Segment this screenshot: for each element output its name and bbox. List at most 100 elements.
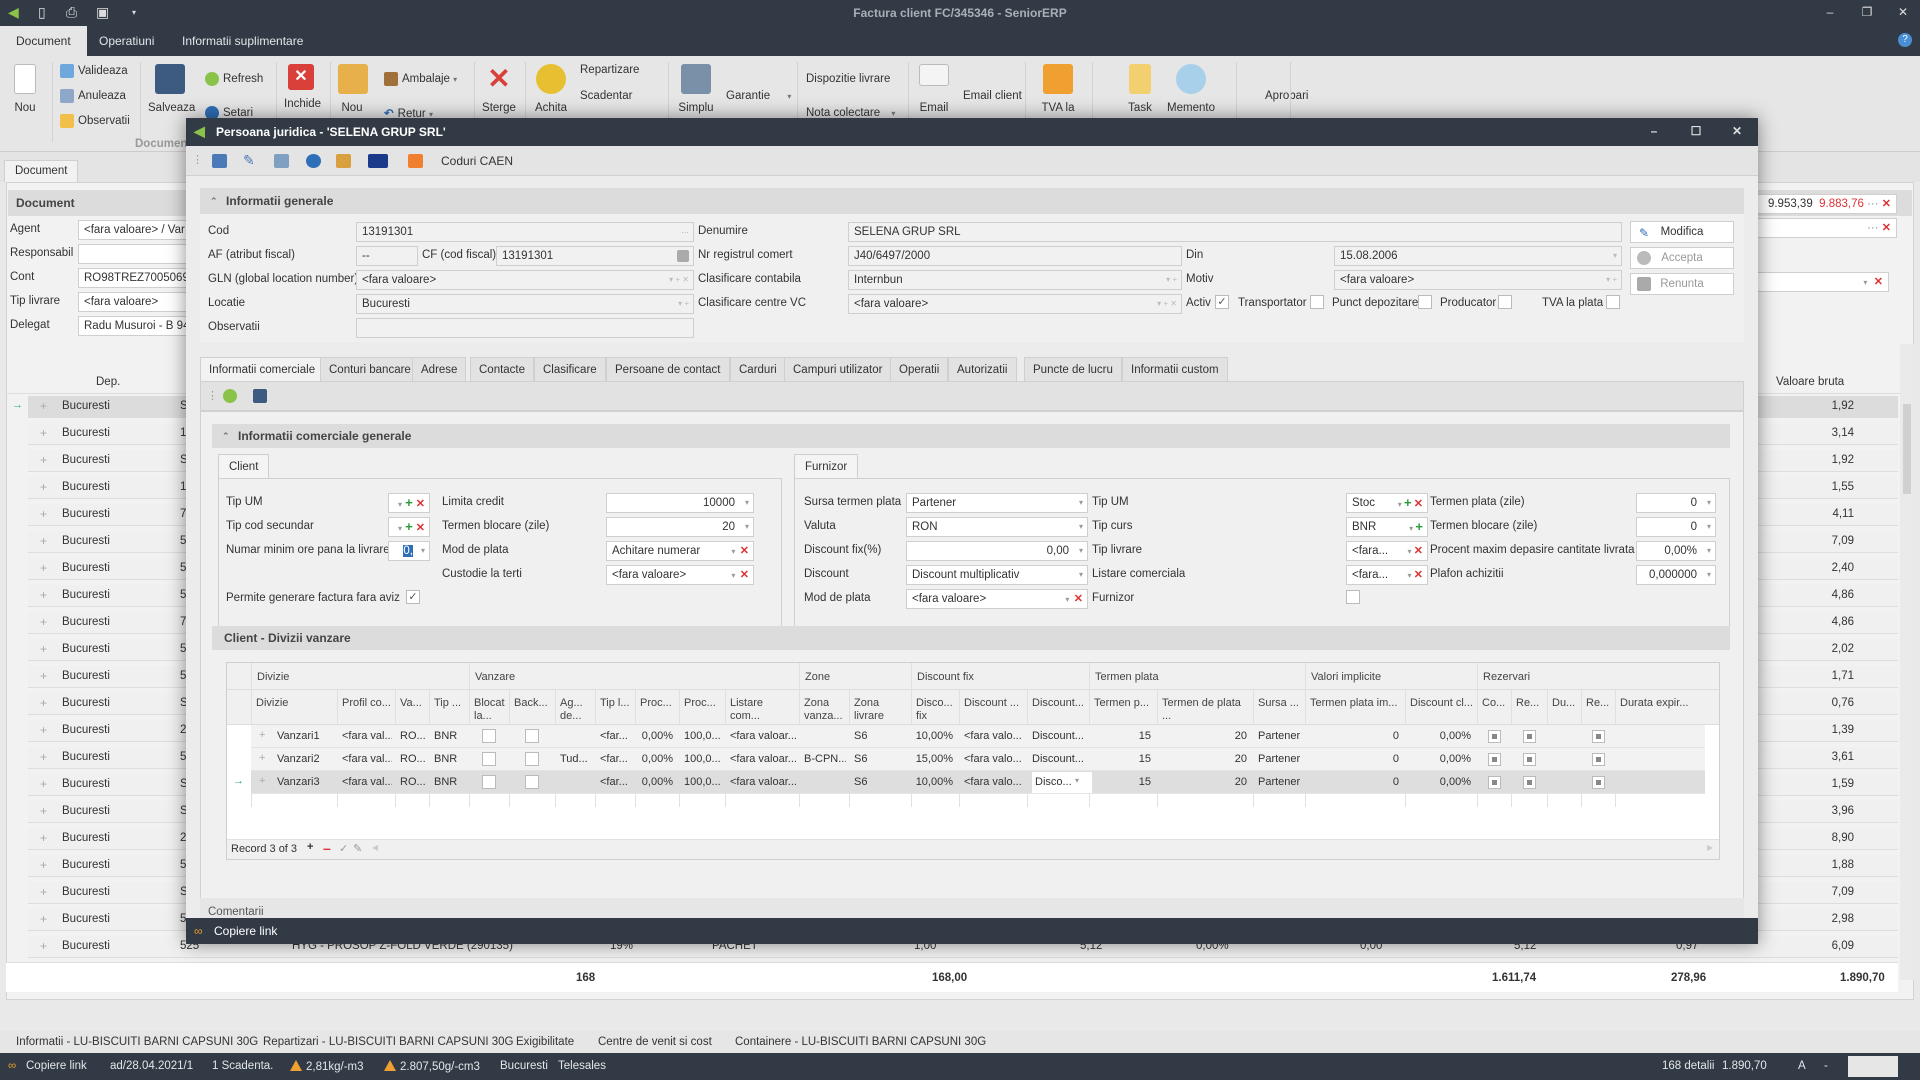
grid-cell-zl[interactable]: S6 bbox=[854, 730, 908, 742]
observatii-button[interactable]: Observatii bbox=[60, 114, 130, 128]
grid-column-header[interactable]: Proc... bbox=[684, 697, 722, 725]
grid-column-header[interactable]: Tip ... bbox=[434, 697, 466, 725]
grid-cell-p2[interactable]: 100,0... bbox=[684, 776, 722, 788]
tab-containere[interactable]: Containere - LU-BISCUITI BARNI CAPSUNI 3… bbox=[735, 1036, 986, 1048]
grid-cell-listare[interactable]: <fara valoar... bbox=[730, 776, 796, 788]
grid-cell-d3[interactable]: Discount... bbox=[1032, 753, 1086, 765]
dialog-close-button[interactable]: ✕ bbox=[1727, 124, 1747, 138]
observatii-field[interactable] bbox=[356, 318, 694, 338]
grid-cell-va[interactable]: RO... bbox=[400, 776, 426, 788]
tva-plata-checkbox[interactable] bbox=[1606, 295, 1620, 309]
confirm-record-icon[interactable]: ✓ bbox=[339, 842, 348, 855]
grid-cell-va[interactable]: RO... bbox=[400, 730, 426, 742]
copiere-link-button[interactable]: Copiere link bbox=[214, 924, 277, 938]
expand-icon[interactable]: + bbox=[259, 729, 265, 741]
dialog-maximize-button[interactable]: ☐ bbox=[1686, 124, 1706, 138]
save-icon[interactable] bbox=[253, 389, 267, 403]
producator-checkbox[interactable] bbox=[1498, 295, 1512, 309]
tip-livrare-field[interactable]: <fara valoare> bbox=[78, 292, 188, 312]
sursa-termen-field[interactable]: Partener ▾ bbox=[906, 493, 1088, 513]
grid-cell-p2[interactable]: 100,0... bbox=[684, 730, 722, 742]
furnizor-tip-um-field[interactable]: Stoc ▾ + ✕ bbox=[1346, 493, 1428, 513]
coduri-caen-button[interactable]: Coduri CAEN bbox=[441, 154, 513, 168]
scadentar-button[interactable]: Scadentar bbox=[580, 90, 632, 102]
print-simplu-button[interactable]: Simplu bbox=[676, 64, 716, 114]
furnizor-mod-plata-field[interactable]: <fara valoare> ▾ ✕ bbox=[906, 589, 1088, 609]
grid-checkbox[interactable] bbox=[525, 775, 539, 789]
tab-document-panel[interactable]: Document bbox=[4, 160, 79, 182]
transportator-checkbox[interactable] bbox=[1310, 295, 1324, 309]
grid-cell-sursa[interactable]: Partener bbox=[1258, 730, 1302, 742]
grid-indeterminate-checkbox[interactable] bbox=[1522, 776, 1536, 789]
gln-field[interactable]: <fara valoare> ▾ + ✕ bbox=[356, 270, 694, 290]
dropdown-icon[interactable]: ▾ bbox=[1075, 776, 1079, 785]
tab-informatii-comerciale[interactable]: Informatii comerciale bbox=[200, 357, 325, 382]
termen-plata-field[interactable]: 0 ▾ bbox=[1636, 493, 1716, 513]
listare-comerciala-field[interactable]: <fara... ▾ ✕ bbox=[1346, 565, 1428, 585]
grid-checkbox[interactable] bbox=[482, 775, 496, 789]
grid-column-header[interactable]: Re... bbox=[1516, 697, 1544, 725]
expand-icon[interactable]: + bbox=[40, 939, 47, 953]
scroll-right-icon[interactable]: ▶ bbox=[1707, 843, 1713, 852]
clasificare-vc-field[interactable]: <fara valoare> ▾ + ✕ bbox=[848, 294, 1182, 314]
grid-indeterminate-checkbox[interactable] bbox=[1591, 753, 1605, 766]
doc-extra-field[interactable]: ··· ✕ bbox=[1757, 218, 1897, 238]
delegat-field[interactable]: Radu Musuroi - B 944 bbox=[78, 316, 188, 336]
memento-button[interactable]: Memento bbox=[1166, 64, 1216, 114]
grid-indeterminate-checkbox[interactable] bbox=[1522, 753, 1536, 766]
inchide-button[interactable]: ✕ Inchide bbox=[284, 64, 321, 110]
denumire-field[interactable]: SELENA GRUP SRL bbox=[848, 222, 1622, 242]
grid-cell-p1[interactable]: 0,00% bbox=[635, 753, 673, 765]
tab-campuri-utilizator[interactable]: Campuri utilizator bbox=[784, 357, 892, 381]
grid-indeterminate-checkbox[interactable] bbox=[1487, 730, 1501, 743]
expand-icon[interactable]: + bbox=[40, 480, 47, 494]
minimize-button[interactable]: – bbox=[1820, 5, 1840, 19]
grid-cell-zv[interactable]: B-CPN... bbox=[804, 753, 846, 765]
nou-button[interactable]: Nou bbox=[10, 64, 40, 114]
image-icon[interactable] bbox=[336, 154, 351, 168]
doc-grid-scrollbar[interactable] bbox=[1900, 344, 1914, 980]
grid-cell-zl[interactable]: S6 bbox=[854, 753, 908, 765]
locatie-field[interactable]: Bucuresti ▾ + bbox=[356, 294, 694, 314]
grid-cell-tip[interactable]: BNR bbox=[434, 753, 466, 765]
cf-field[interactable]: 13191301 bbox=[496, 246, 694, 266]
punct-depozitare-checkbox[interactable] bbox=[1418, 295, 1432, 309]
expand-icon[interactable]: + bbox=[40, 696, 47, 710]
discount-fix-field[interactable]: 0,00 ▾ bbox=[906, 541, 1088, 561]
grid-column-header[interactable]: Zona livrare bbox=[854, 697, 908, 725]
grid-column-header[interactable]: Disco... fix bbox=[916, 697, 956, 725]
grid-checkbox[interactable] bbox=[525, 729, 539, 743]
grid-indeterminate-checkbox[interactable] bbox=[1487, 776, 1501, 789]
grid-cell-va[interactable]: RO... bbox=[400, 753, 426, 765]
expand-icon[interactable]: + bbox=[40, 912, 47, 926]
custodie-field[interactable]: <fara valoare> ▾ ✕ bbox=[606, 565, 754, 585]
grid-cell-d2[interactable]: <fara valo... bbox=[964, 730, 1024, 742]
tva-la-button[interactable]: TVA la bbox=[1040, 64, 1076, 114]
salveaza-button[interactable]: Salveaza bbox=[148, 64, 195, 114]
grid-cell-d3[interactable]: Disco... bbox=[1032, 772, 1092, 793]
grid-cell-tpi[interactable]: 0 bbox=[1305, 753, 1399, 765]
grid-cell-listare[interactable]: <fara valoar... bbox=[730, 730, 796, 742]
valideaza-button[interactable]: Valideaza bbox=[60, 64, 128, 78]
grid-cell-tp[interactable]: 15 bbox=[1089, 776, 1151, 788]
client-tip-um-field[interactable]: ▾ + ✕ bbox=[388, 493, 430, 513]
grid-cell-dc[interactable]: 0,00% bbox=[1405, 730, 1471, 742]
grid-cell-d2[interactable]: <fara valo... bbox=[964, 753, 1024, 765]
expand-icon[interactable]: + bbox=[259, 775, 265, 787]
tab-puncte-de-lucru[interactable]: Puncte de lucru bbox=[1024, 357, 1122, 381]
expand-icon[interactable]: + bbox=[40, 885, 47, 899]
doc-select-field[interactable]: ▾ ✕ bbox=[1757, 272, 1889, 292]
expand-icon[interactable]: + bbox=[40, 507, 47, 521]
cod-field[interactable]: 13191301 ··· bbox=[356, 222, 694, 242]
tab-exigibilitate[interactable]: Exigibilitate bbox=[516, 1036, 574, 1048]
tab-autorizatii[interactable]: Autorizatii bbox=[948, 357, 1017, 381]
eu-flag-icon[interactable] bbox=[368, 154, 388, 168]
grid-column-header[interactable]: Discount... bbox=[1032, 697, 1086, 725]
grid-cell-divizie[interactable]: Vanzari3 bbox=[277, 776, 335, 788]
caen-icon[interactable] bbox=[408, 154, 423, 168]
grid-cell-tip[interactable]: BNR bbox=[434, 730, 466, 742]
renunta-button[interactable]: Renunta bbox=[1630, 273, 1734, 295]
doc-amount-field[interactable]: 9.953,39 9.883,76 ··· ✕ bbox=[1757, 194, 1897, 214]
mod-plata-field[interactable]: Achitare numerar ▾ ✕ bbox=[606, 541, 754, 561]
grid-indeterminate-checkbox[interactable] bbox=[1591, 730, 1605, 743]
